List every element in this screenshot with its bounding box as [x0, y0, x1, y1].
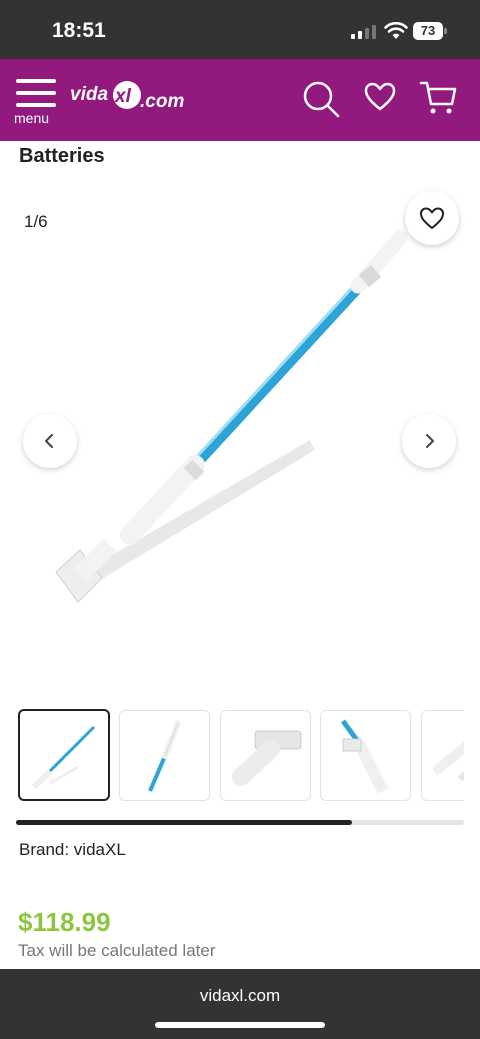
thumbnail-image	[31, 725, 96, 790]
thumbnail-5[interactable]	[421, 710, 464, 801]
battery-level: 73	[420, 23, 436, 38]
menu-label[interactable]: menu	[14, 110, 49, 126]
thumbnail-image	[148, 720, 181, 792]
chevron-left-icon	[45, 434, 53, 448]
thumbnail-4[interactable]	[320, 710, 411, 801]
thumbnail-image	[340, 719, 389, 794]
add-to-wishlist-button[interactable]	[405, 191, 459, 245]
site-header: menu vida xl .com	[0, 59, 480, 141]
previous-image-button[interactable]	[23, 414, 77, 468]
hamburger-menu-icon[interactable]	[16, 78, 56, 108]
image-counter: 1/6	[24, 212, 48, 231]
chevron-right-icon	[426, 434, 434, 448]
product-price: $118.99	[18, 907, 111, 937]
svg-text:.com: .com	[140, 91, 184, 112]
thumbnail-2[interactable]	[119, 710, 210, 801]
cellular-signal-icon	[351, 25, 376, 39]
wifi-icon	[384, 22, 408, 39]
svg-text:vida: vida	[70, 84, 108, 105]
status-time: 18:51	[52, 19, 106, 42]
wishlist-heart-icon[interactable]	[364, 81, 396, 113]
thumbnail-strip[interactable]	[18, 709, 464, 802]
heart-outline-icon	[420, 207, 444, 229]
shopping-cart-icon[interactable]	[419, 79, 457, 117]
thumbnail-image	[232, 730, 302, 786]
thumbnail-3[interactable]	[220, 710, 311, 801]
home-indicator[interactable]	[155, 1022, 325, 1028]
thumbnail-image	[433, 741, 464, 782]
next-image-button[interactable]	[402, 414, 456, 468]
vidaxl-logo[interactable]: vida xl .com	[70, 80, 200, 116]
gallery-scroll-progress-fill	[16, 820, 352, 825]
svg-text:xl: xl	[114, 86, 132, 107]
gallery-scroll-progress	[16, 820, 464, 825]
tax-note: Tax will be calculated later	[18, 941, 216, 960]
browser-address-bar: vidaxl.com	[0, 969, 480, 1039]
product-title: Batteries	[19, 145, 105, 167]
product-brand: Brand: vidaXL	[19, 840, 126, 859]
browser-url[interactable]: vidaxl.com	[0, 986, 480, 1006]
thumbnail-1[interactable]	[18, 709, 110, 801]
search-icon[interactable]	[302, 80, 340, 118]
product-image[interactable]	[40, 210, 440, 630]
status-bar: 18:51 73	[0, 0, 480, 59]
